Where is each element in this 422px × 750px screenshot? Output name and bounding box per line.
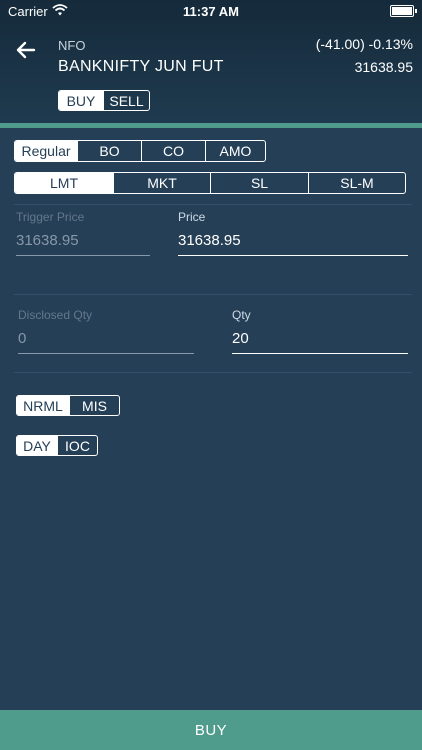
- qty-label: Qty: [232, 308, 251, 322]
- price-input[interactable]: 31638.95: [178, 232, 408, 256]
- variety-bo[interactable]: BO: [77, 141, 141, 161]
- order-type-mkt[interactable]: MKT: [113, 173, 210, 193]
- validity-day[interactable]: DAY: [17, 436, 57, 455]
- validity-ioc[interactable]: IOC: [57, 436, 97, 455]
- divider: [14, 294, 412, 295]
- order-type-sl[interactable]: SL: [210, 173, 308, 193]
- divider: [14, 204, 412, 205]
- order-type-lmt[interactable]: LMT: [15, 173, 113, 193]
- trigger-price-label: Trigger Price: [16, 210, 85, 224]
- price-field[interactable]: Price 31638.95: [178, 210, 408, 256]
- status-bar: Carrier 11:37 AM: [0, 0, 422, 22]
- submit-buy-button[interactable]: BUY: [0, 710, 422, 750]
- last-traded-price: 31638.95: [354, 59, 413, 75]
- sell-toggle-button[interactable]: SELL: [103, 91, 149, 110]
- price-label: Price: [178, 210, 206, 224]
- qty-input[interactable]: 20: [232, 330, 408, 354]
- disclosed-qty-label: Disclosed Qty: [18, 308, 93, 322]
- disclosed-qty-field[interactable]: Disclosed Qty 0: [18, 308, 194, 354]
- order-type-sl-m[interactable]: SL-M: [308, 173, 405, 193]
- trigger-price-input[interactable]: 31638.95: [16, 232, 150, 256]
- buy-toggle-button[interactable]: BUY: [59, 91, 103, 110]
- product-mis[interactable]: MIS: [69, 396, 119, 415]
- product-selector: NRML MIS: [16, 395, 120, 416]
- disclosed-qty-input[interactable]: 0: [18, 330, 194, 354]
- order-header: Carrier 11:37 AM NFO BANKNIFTY JUN FUT (…: [0, 0, 422, 123]
- price-change: (-41.00) -0.13%: [315, 36, 413, 52]
- variety-regular[interactable]: Regular: [15, 141, 77, 161]
- back-arrow-icon[interactable]: [14, 38, 38, 62]
- battery-icon: [390, 5, 417, 17]
- variety-co[interactable]: CO: [141, 141, 205, 161]
- header-divider: [0, 123, 422, 128]
- order-type-selector: LMT MKT SL SL-M: [14, 172, 406, 194]
- divider: [14, 372, 412, 373]
- clock: 11:37 AM: [183, 4, 239, 19]
- variety-amo[interactable]: AMO: [205, 141, 265, 161]
- instrument-symbol: BANKNIFTY JUN FUT: [58, 58, 224, 75]
- trigger-price-field[interactable]: Trigger Price 31638.95: [16, 210, 150, 256]
- validity-selector: DAY IOC: [16, 435, 98, 456]
- buy-sell-toggle: BUY SELL: [58, 90, 150, 111]
- product-nrml[interactable]: NRML: [17, 396, 69, 415]
- variety-selector: Regular BO CO AMO: [14, 140, 266, 162]
- qty-field[interactable]: Qty 20: [232, 308, 408, 354]
- exchange-label: NFO: [58, 38, 86, 53]
